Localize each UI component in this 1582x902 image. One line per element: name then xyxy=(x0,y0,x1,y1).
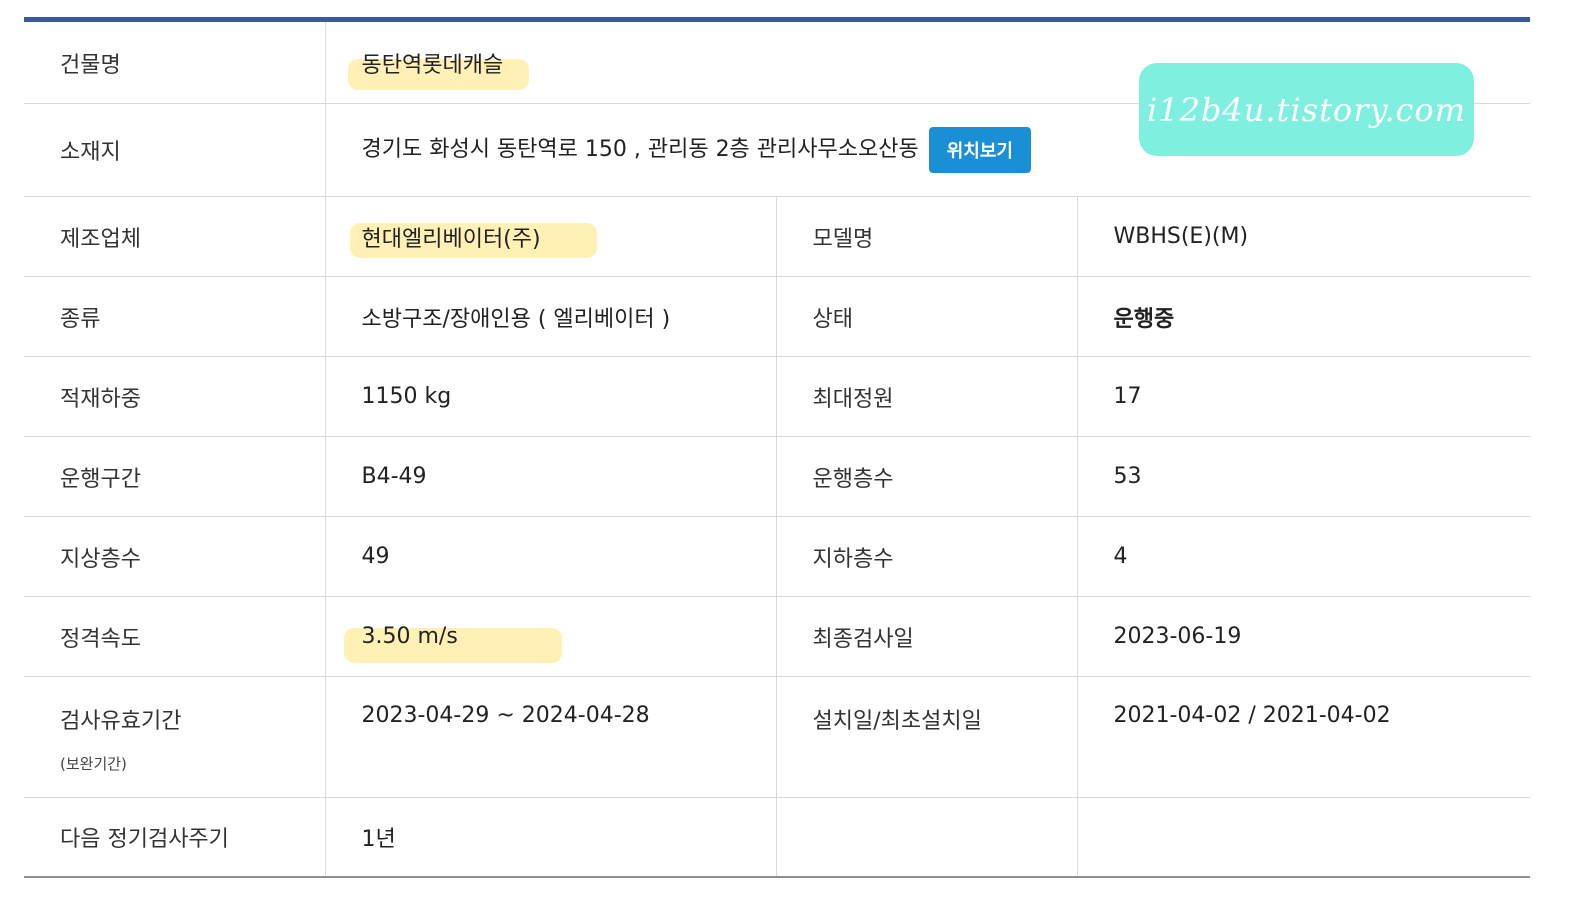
model-label: 모델명 xyxy=(775,196,1077,277)
floors-value: 53 xyxy=(1076,436,1531,517)
speed-value: 3.50 m/s xyxy=(361,624,458,649)
validity-sub-label: (보완기간) xyxy=(60,755,127,773)
watermark-badge: i12b4u.tistory.com xyxy=(1139,63,1474,156)
type-value: 소방구조/장애인용 ( 엘리베이터 ) xyxy=(324,276,776,357)
above-label: 지상층수 xyxy=(24,516,325,597)
validity-label: 검사유효기간 xyxy=(60,709,182,734)
load-value: 1150 kg xyxy=(324,356,776,437)
section-label: 운행구간 xyxy=(24,436,325,517)
row-section: 운행구간 B4-49 운행층수 53 xyxy=(24,436,1531,517)
install-label: 설치일/최초설치일 xyxy=(775,676,1077,798)
speed-label: 정격속도 xyxy=(24,596,325,677)
location-value: 경기도 화성시 동탄역로 150 , 관리동 2층 관리사무소오산동 xyxy=(361,137,919,162)
row-type: 종류 소방구조/장애인용 ( 엘리베이터 ) 상태 운행중 xyxy=(24,276,1531,357)
speed-value-cell: 3.50 m/s xyxy=(324,596,776,677)
below-value: 4 xyxy=(1076,516,1531,597)
below-label: 지하층수 xyxy=(775,516,1077,597)
status-value: 운행중 xyxy=(1076,276,1531,357)
load-label: 적재하중 xyxy=(24,356,325,437)
type-label: 종류 xyxy=(24,276,325,357)
validity-label-cell: 검사유효기간 (보완기간) xyxy=(24,676,325,798)
manufacturer-value-cell: 현대엘리베이터(주) xyxy=(324,196,776,277)
row-speed: 정격속도 3.50 m/s 최종검사일 2023-06-19 xyxy=(24,596,1531,677)
last-inspection-value: 2023-06-19 xyxy=(1076,596,1531,677)
capacity-label: 최대정원 xyxy=(775,356,1077,437)
row-above: 지상층수 49 지하층수 4 xyxy=(24,516,1531,597)
view-location-button[interactable]: 위치보기 xyxy=(928,127,1031,173)
building-label: 건물명 xyxy=(24,19,325,104)
manufacturer-value: 현대엘리베이터(주) xyxy=(361,226,541,252)
location-label: 소재지 xyxy=(24,103,325,197)
floors-label: 운행층수 xyxy=(775,436,1077,517)
cycle-value: 1년 xyxy=(324,797,776,877)
model-value: WBHS(E)(M) xyxy=(1076,196,1531,277)
cycle-label: 다음 정기검사주기 xyxy=(24,797,325,877)
empty-label-cell xyxy=(775,797,1077,877)
row-load: 적재하중 1150 kg 최대정원 17 xyxy=(24,356,1531,437)
section-value: B4-49 xyxy=(324,436,776,517)
status-label: 상태 xyxy=(775,276,1077,357)
building-value: 동탄역롯데캐슬 xyxy=(361,52,504,78)
validity-value: 2023-04-29 ~ 2024-04-28 xyxy=(324,676,776,798)
capacity-value: 17 xyxy=(1076,356,1531,437)
row-manufacturer: 제조업체 현대엘리베이터(주) 모델명 WBHS(E)(M) xyxy=(24,196,1531,277)
manufacturer-label: 제조업체 xyxy=(24,196,325,277)
above-value: 49 xyxy=(324,516,776,597)
install-value: 2021-04-02 / 2021-04-02 xyxy=(1076,676,1531,798)
row-validity: 검사유효기간 (보완기간) 2023-04-29 ~ 2024-04-28 설치… xyxy=(24,676,1531,798)
watermark-text: i12b4u.tistory.com xyxy=(1146,90,1467,129)
empty-value-cell xyxy=(1076,797,1531,877)
last-inspection-label: 최종검사일 xyxy=(775,596,1077,677)
row-cycle: 다음 정기검사주기 1년 xyxy=(24,797,1531,877)
